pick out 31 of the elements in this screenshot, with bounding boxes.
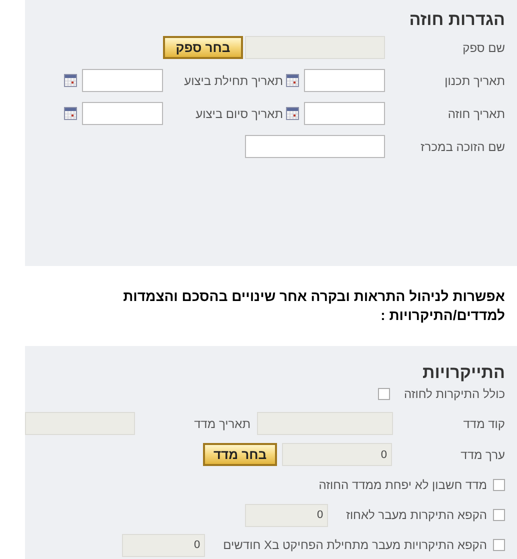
option-label: מדד חשבון לא יפחת ממדד החוזה <box>318 477 487 494</box>
section-title: התייקרויות <box>422 362 505 380</box>
checkbox[interactable] <box>493 509 505 521</box>
text-field[interactable] <box>304 69 385 92</box>
select-button[interactable]: בחר ספק <box>163 36 243 59</box>
checkbox[interactable] <box>493 539 505 551</box>
field-label: תאריך תחילת ביצוע <box>183 72 283 90</box>
field-label: תאריך חוזה <box>446 106 505 122</box>
text-field[interactable] <box>82 69 163 92</box>
field-label: שם הזוכה במכרז <box>420 138 505 156</box>
field-label: שם ספק <box>462 40 505 56</box>
calendar-icon[interactable] <box>64 107 77 120</box>
field-label: קוד מדד <box>462 416 505 432</box>
checkbox[interactable] <box>378 388 390 400</box>
calendar-icon[interactable] <box>286 107 299 120</box>
select-button[interactable]: בחר מדד <box>203 443 277 466</box>
field-label: תאריך סיום ביצוע <box>194 106 283 122</box>
section-title: הגדרות חוזה <box>409 9 505 29</box>
text-field[interactable] <box>245 135 385 158</box>
info-text: אפשרות לניהול התראות ובקרה אחר שינויים בהסכם והצמדות למדדים/התיקרויות : <box>122 287 505 325</box>
option-label: הקפא התיקרויות מעבר מתחילת הפחיקט בX חודשים <box>223 537 487 554</box>
option-label: הקפא התיקרות מעבר לאחוז <box>346 507 487 524</box>
text-field[interactable] <box>304 102 385 125</box>
text-field[interactable] <box>82 102 163 125</box>
calendar-icon[interactable] <box>286 74 299 87</box>
field-label: ערך מדד <box>460 446 505 464</box>
field-label: כולל התיקרות לחוזה <box>404 386 505 403</box>
calendar-icon[interactable] <box>64 74 77 87</box>
field-label: תאריך מדד <box>193 416 252 432</box>
field-label: תאריך תכנון <box>444 72 505 90</box>
checkbox[interactable] <box>493 479 505 491</box>
